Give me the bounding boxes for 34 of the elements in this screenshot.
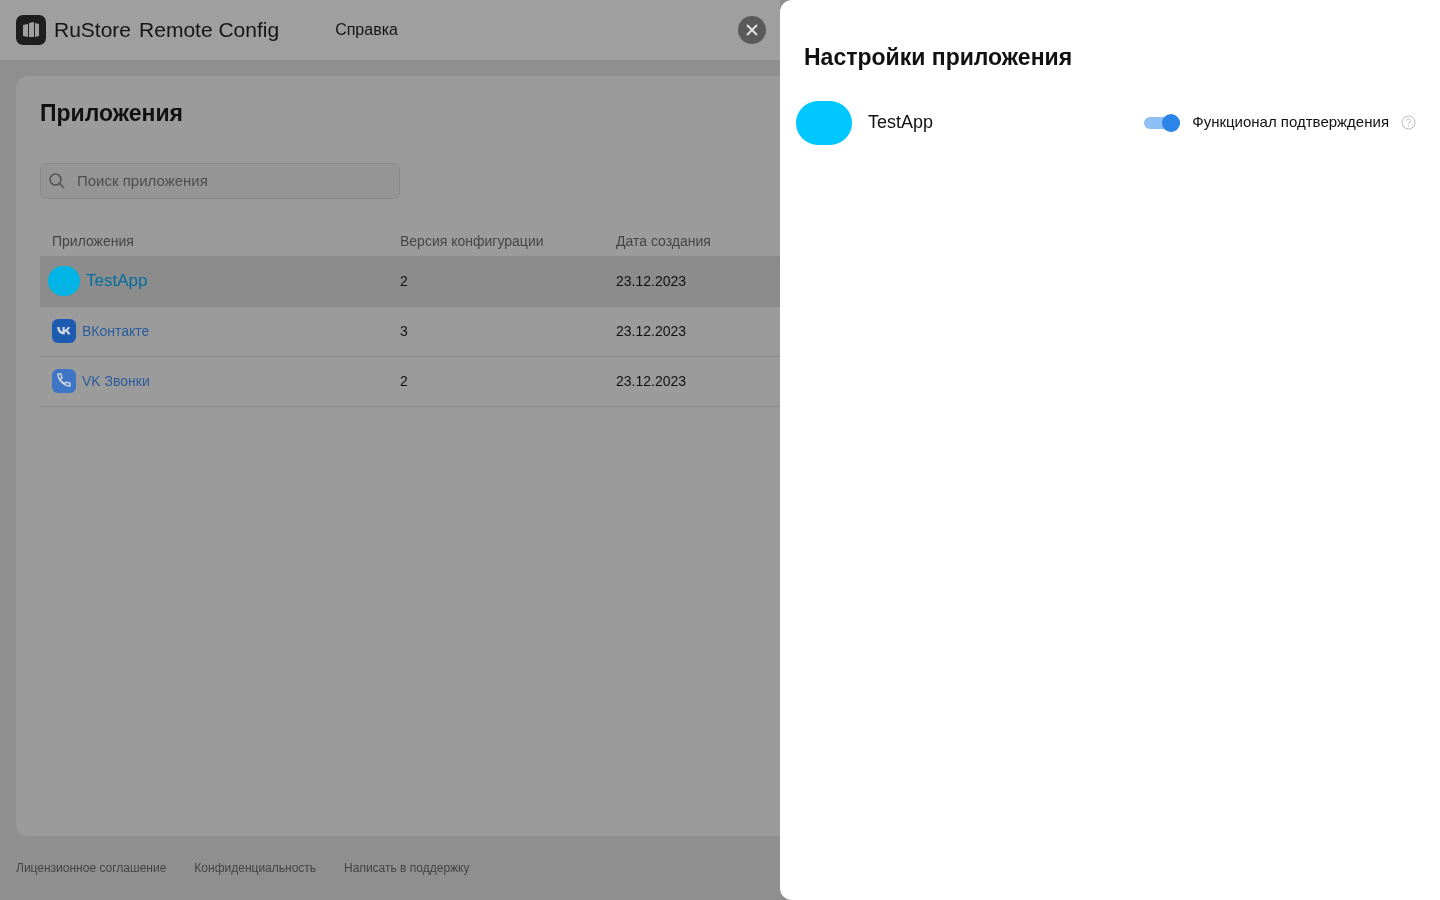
app-link[interactable]: ВКонтакте [82, 320, 150, 342]
footer-link[interactable]: Лицензионное соглашение [16, 859, 167, 877]
table-cell-text: 2 [400, 371, 409, 391]
table-cell-text: 3 [400, 321, 409, 341]
app-link[interactable]: VK Звонки [82, 370, 150, 392]
column-header: Дата создания [616, 231, 712, 251]
drawer-title: Настройки приложения [804, 43, 1074, 72]
close-button[interactable] [738, 16, 766, 44]
app-name: TestApp [868, 111, 934, 134]
logo-icon [16, 15, 46, 45]
app-icon [48, 266, 80, 296]
page-title: Приложения [40, 99, 185, 128]
app-link[interactable]: TestApp [86, 268, 148, 294]
table-cell-text: 23.12.2023 [616, 271, 688, 291]
toggle-switch[interactable] [1144, 112, 1181, 133]
phone-icon [52, 369, 76, 393]
search-field[interactable]: Поиск приложения [40, 162, 400, 199]
footer-link[interactable]: Конфиденциальность [194, 859, 317, 877]
table-cell-text: 23.12.2023 [616, 371, 688, 391]
product-name: Remote Config [139, 17, 280, 44]
table-cell-text: 2 [400, 271, 409, 291]
column-header: Приложения [51, 231, 135, 251]
toggle-label: Функционал подтверждения [1192, 112, 1389, 133]
nav-link[interactable]: Справка [335, 18, 398, 42]
help-icon[interactable] [1401, 115, 1416, 130]
vk-icon [52, 319, 76, 343]
search-icon [48, 171, 66, 190]
app-icon [796, 100, 852, 145]
close-icon [746, 24, 758, 36]
footer-link[interactable]: Написать в поддержку [344, 859, 470, 877]
column-header: Версия конфигурации [400, 231, 545, 251]
table-row[interactable]: TestApp 2 23.12.2023 [40, 256, 780, 307]
logo-text: RuStore [54, 17, 132, 44]
table-cell-text: 23.12.2023 [616, 321, 688, 341]
